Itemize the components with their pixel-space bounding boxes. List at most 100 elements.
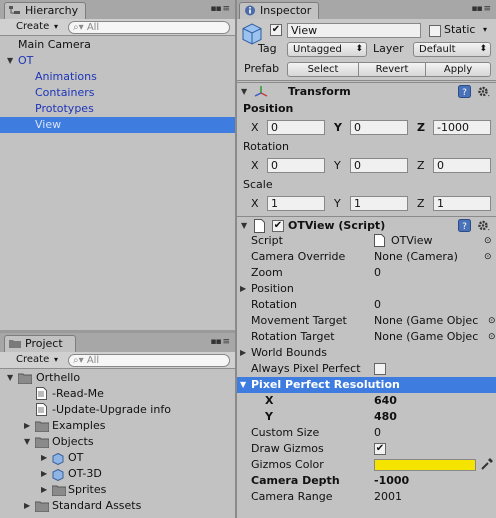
- tab-project-label: Project: [25, 337, 63, 350]
- list-item[interactable]: Objects: [0, 434, 235, 450]
- draw-gizmos-checkbox[interactable]: ✔: [374, 443, 386, 455]
- position-foldout-label[interactable]: Position: [251, 281, 294, 297]
- list-item[interactable]: Sprites: [0, 482, 235, 498]
- fold-open-icon[interactable]: ▼: [7, 53, 13, 69]
- world-bounds-label[interactable]: World Bounds: [251, 345, 327, 361]
- custom-size-value[interactable]: 0: [374, 425, 381, 441]
- eyedropper-icon[interactable]: [480, 457, 494, 471]
- fold-closed-icon[interactable]: ▶: [240, 345, 246, 361]
- camera-depth-label: Camera Depth: [251, 474, 340, 487]
- layer-label: Layer: [373, 42, 404, 55]
- object-picker-icon[interactable]: ⊙: [488, 330, 496, 344]
- rotation-y-field[interactable]: 0: [350, 158, 408, 173]
- rotation-x-field[interactable]: 0: [267, 158, 325, 173]
- static-dropdown-icon[interactable]: ▾: [483, 23, 487, 37]
- svg-text:?: ?: [462, 88, 467, 98]
- hierarchy-search-input[interactable]: ⌕▾ All: [68, 21, 230, 34]
- inspector-panel: Inspector ▪▪ ≡ ✔ View Static ▾ Tag Untag…: [237, 0, 496, 518]
- fold-open-icon[interactable]: ▼: [241, 218, 247, 234]
- layer-popup[interactable]: Default: [413, 42, 491, 57]
- list-item[interactable]: Orthello: [0, 370, 235, 386]
- list-item[interactable]: Standard Assets: [0, 498, 235, 514]
- list-item[interactable]: OT-3D: [0, 466, 235, 482]
- inspector-tabbar: Inspector ▪▪ ≡: [237, 0, 496, 19]
- scale-x-field[interactable]: 1: [267, 196, 325, 211]
- position-label: Position: [243, 102, 294, 115]
- list-item[interactable]: -Read-Me: [0, 386, 235, 402]
- list-item-selected[interactable]: View: [0, 117, 235, 133]
- panel-menu-icon[interactable]: ▪▪ ≡: [471, 4, 491, 14]
- list-item[interactable]: OT: [0, 53, 235, 69]
- list-item[interactable]: -Update-Upgrade info: [0, 402, 235, 418]
- movement-target-value[interactable]: None (Game Objec: [374, 313, 488, 329]
- prefab-apply-button[interactable]: Apply: [425, 62, 491, 77]
- list-item[interactable]: OT: [0, 450, 235, 466]
- zoom-value[interactable]: 0: [374, 265, 381, 281]
- static-checkbox[interactable]: [429, 25, 441, 37]
- list-item[interactable]: Main Camera: [0, 37, 235, 53]
- prefab-revert-button[interactable]: Revert: [358, 62, 426, 77]
- tag-label: Tag: [258, 42, 277, 55]
- tab-inspector[interactable]: Inspector: [239, 2, 319, 19]
- project-search-input[interactable]: ⌕▾ All: [68, 354, 230, 367]
- gear-icon[interactable]: [477, 85, 490, 98]
- panel-menu-icon[interactable]: ▪▪ ≡: [210, 4, 230, 14]
- draw-gizmos-label: Draw Gizmos: [251, 442, 324, 455]
- project-create-dropdown[interactable]: Create: [12, 354, 60, 367]
- custom-size-label: Custom Size: [251, 426, 320, 439]
- fold-open-icon[interactable]: ▼: [241, 84, 247, 100]
- object-header: ✔ View Static ▾ Tag Untagged Layer Defau…: [237, 19, 496, 81]
- list-item[interactable]: Prototypes: [0, 101, 235, 117]
- position-x-field[interactable]: 0: [267, 120, 325, 135]
- list-item[interactable]: Animations: [0, 69, 235, 85]
- position-y-field[interactable]: 0: [350, 120, 408, 135]
- script-value[interactable]: OTView: [391, 233, 432, 249]
- camera-depth-value[interactable]: -1000: [374, 473, 409, 489]
- always-pixel-perfect-checkbox[interactable]: [374, 363, 386, 375]
- object-picker-icon[interactable]: ⊙: [484, 234, 492, 248]
- rotation-z-label: Z: [417, 159, 425, 172]
- fold-open-icon[interactable]: ▼: [240, 377, 246, 393]
- gear-icon[interactable]: [477, 219, 490, 232]
- tab-project[interactable]: Project: [4, 335, 76, 352]
- ppr-y-value[interactable]: 480: [374, 409, 397, 425]
- rotation-target-value[interactable]: None (Game Objec: [374, 329, 488, 345]
- tag-popup[interactable]: Untagged: [287, 42, 367, 57]
- rotation-script-value[interactable]: 0: [374, 297, 381, 313]
- script-file-icon: [254, 219, 265, 233]
- panel-menu-icon[interactable]: ▪▪ ≡: [210, 337, 230, 347]
- hierarchy-panel: Hierarchy ▪▪ ≡ Create ⌕▾ All Main Camera…: [0, 0, 235, 330]
- always-pixel-perfect-label: Always Pixel Perfect: [251, 362, 361, 375]
- object-picker-icon[interactable]: ⊙: [488, 314, 496, 328]
- object-name-field[interactable]: View: [287, 23, 421, 38]
- rotation-z-field[interactable]: 0: [433, 158, 491, 173]
- transform-title: Transform: [288, 85, 351, 98]
- hierarchy-create-dropdown[interactable]: Create: [12, 21, 60, 34]
- position-z-field[interactable]: -1000: [433, 120, 491, 135]
- gizmos-color-swatch[interactable]: [374, 459, 476, 471]
- scale-x-label: X: [251, 197, 259, 210]
- help-book-icon[interactable]: ?: [458, 219, 471, 232]
- rotation-script-label: Rotation: [251, 298, 298, 311]
- scale-y-field[interactable]: 1: [350, 196, 408, 211]
- tab-hierarchy[interactable]: Hierarchy: [4, 2, 86, 19]
- rotation-target-label: Rotation Target: [251, 330, 335, 343]
- list-item[interactable]: Containers: [0, 85, 235, 101]
- object-picker-icon[interactable]: ⊙: [484, 250, 492, 264]
- transform-header[interactable]: ▼ Transform ?: [237, 82, 496, 101]
- folder-icon: [9, 340, 21, 348]
- scale-z-field[interactable]: 1: [433, 196, 491, 211]
- position-z-label: Z: [417, 121, 425, 134]
- camera-range-value[interactable]: 2001: [374, 489, 402, 505]
- prefab-select-button[interactable]: Select: [287, 62, 359, 77]
- position-x-label: X: [251, 121, 259, 134]
- camera-override-value[interactable]: None (Camera): [374, 249, 458, 265]
- fold-closed-icon[interactable]: ▶: [240, 281, 246, 297]
- list-item[interactable]: Examples: [0, 418, 235, 434]
- project-list: ▼ Orthello -Read-Me -Update-Upgrade info…: [0, 369, 235, 518]
- active-checkbox[interactable]: ✔: [270, 24, 282, 36]
- hierarchy-toolbar: Create ⌕▾ All: [0, 19, 235, 36]
- help-book-icon[interactable]: ?: [458, 85, 471, 98]
- script-enabled-checkbox[interactable]: ✔: [272, 220, 284, 232]
- ppr-x-value[interactable]: 640: [374, 393, 397, 409]
